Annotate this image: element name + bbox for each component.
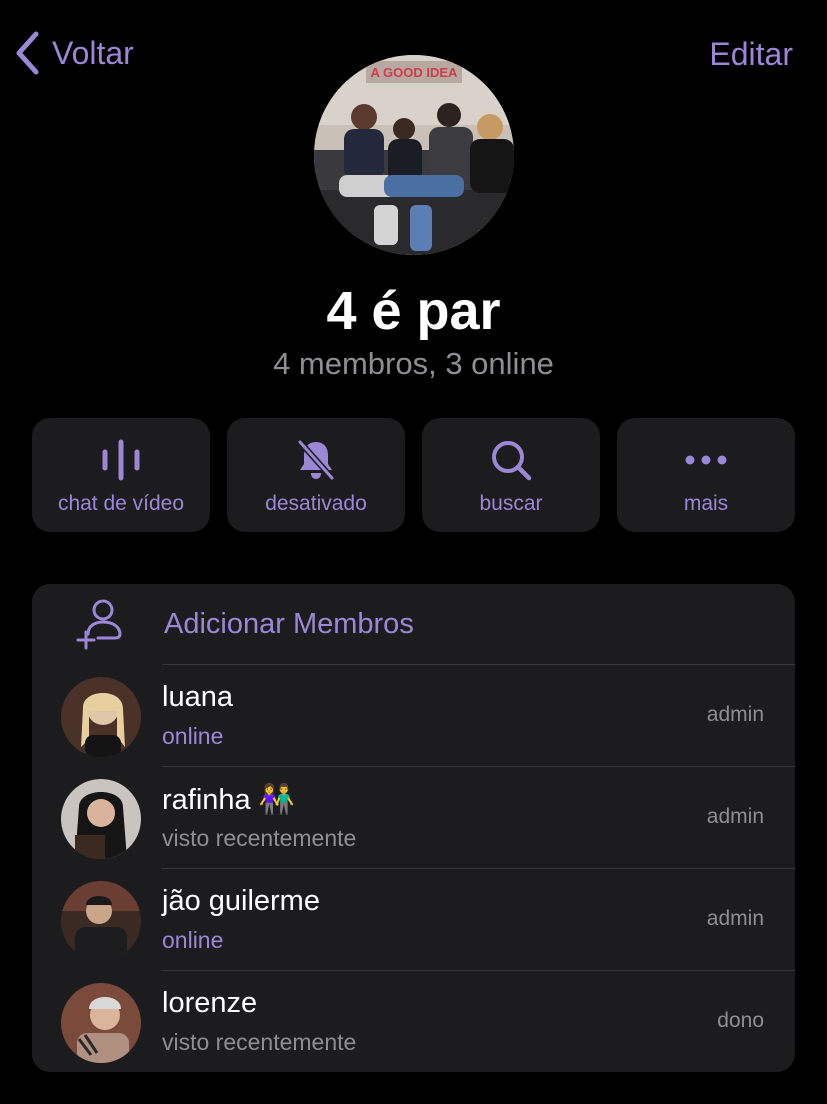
member-role: admin — [706, 805, 764, 828]
more-icon — [685, 455, 727, 465]
group-subtitle: 4 membros, 3 online — [273, 346, 554, 381]
member-status: visto recentemente — [162, 825, 357, 851]
video-chat-label: chat de vídeo — [57, 492, 185, 515]
member-status: visto recentemente — [162, 1029, 357, 1055]
member-name: luana — [162, 681, 233, 713]
member-role: admin — [706, 907, 764, 930]
member-name: rafinha 👫 — [162, 784, 295, 816]
chevron-left-icon — [16, 31, 39, 75]
member-row[interactable]: jão guilerme online admin — [32, 869, 795, 971]
avatar — [61, 881, 141, 961]
add-members-button[interactable]: Adicionar Membros — [32, 584, 795, 665]
search-icon — [492, 441, 532, 481]
waveform-icon — [102, 439, 140, 481]
group-title: 4 é par — [326, 281, 501, 341]
back-button[interactable]: Voltar — [14, 30, 134, 76]
search-label: buscar — [479, 492, 543, 515]
search-button[interactable]: buscar — [422, 418, 600, 532]
mute-label: desativado — [265, 492, 367, 515]
add-person-icon — [76, 599, 122, 650]
back-label: Voltar — [52, 34, 134, 71]
members-list: Adicionar Membros luana online admin raf… — [32, 584, 795, 1072]
group-avatar[interactable]: A GOOD IDEA — [314, 55, 514, 255]
mute-button[interactable]: desativado — [227, 418, 405, 532]
edit-button[interactable]: Editar — [709, 36, 793, 73]
avatar — [61, 677, 141, 757]
avatar-sign-text: A GOOD IDEA — [371, 65, 459, 80]
bell-slash-icon — [297, 439, 335, 481]
member-role: admin — [706, 703, 764, 726]
member-status: online — [162, 927, 224, 953]
action-bar: chat de vídeo desativado buscar mais — [32, 418, 795, 532]
more-label: mais — [683, 492, 729, 515]
member-name: lorenze — [162, 987, 258, 1019]
add-members-label: Adicionar Membros — [164, 608, 414, 640]
avatar — [61, 779, 141, 859]
member-role: dono — [717, 1009, 764, 1032]
avatar — [61, 983, 141, 1063]
member-row[interactable]: lorenze visto recentemente dono — [32, 971, 795, 1072]
member-row[interactable]: luana online admin — [32, 665, 795, 767]
more-button[interactable]: mais — [617, 418, 795, 532]
video-chat-button[interactable]: chat de vídeo — [32, 418, 210, 532]
member-row[interactable]: rafinha 👫 visto recentemente admin — [32, 767, 795, 869]
member-name: jão guilerme — [162, 885, 320, 917]
member-status: online — [162, 723, 224, 749]
